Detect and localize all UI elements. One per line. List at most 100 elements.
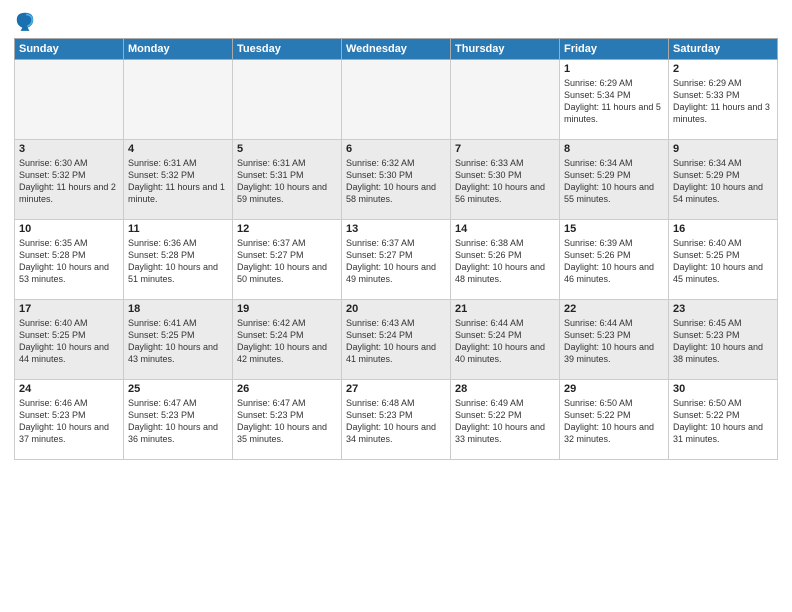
calendar-header-row: SundayMondayTuesdayWednesdayThursdayFrid… xyxy=(15,39,778,60)
day-info: Sunrise: 6:44 AM Sunset: 5:24 PM Dayligh… xyxy=(455,317,555,366)
day-info: Sunrise: 6:34 AM Sunset: 5:29 PM Dayligh… xyxy=(673,157,773,206)
calendar-cell: 9 Sunrise: 6:34 AM Sunset: 5:29 PM Daylig… xyxy=(669,140,778,220)
calendar-week-0: 1Sunrise: 6:29 AM Sunset: 5:34 PM Daylig… xyxy=(15,60,778,140)
calendar-cell: 23 Sunrise: 6:45 AM Sunset: 5:23 PM Dayli… xyxy=(669,300,778,380)
day-info: Sunrise: 6:31 AM Sunset: 5:32 PM Dayligh… xyxy=(128,157,228,206)
day-number: 22 xyxy=(564,303,664,315)
day-number: 7 xyxy=(455,143,555,155)
day-info: Sunrise: 6:29 AM Sunset: 5:33 PM Dayligh… xyxy=(673,77,773,126)
day-number: 13 xyxy=(346,223,446,235)
calendar-cell: 5Sunrise: 6:31 AM Sunset: 5:31 PM Daylig… xyxy=(233,140,342,220)
calendar-cell: 30 Sunrise: 6:50 AM Sunset: 5:22 PM Dayli… xyxy=(669,380,778,460)
day-info: Sunrise: 6:45 AM Sunset: 5:23 PM Dayligh… xyxy=(673,317,773,366)
calendar-cell xyxy=(451,60,560,140)
calendar-week-2: 10 Sunrise: 6:35 AM Sunset: 5:28 PM Dayli… xyxy=(15,220,778,300)
calendar-week-3: 17Sunrise: 6:40 AM Sunset: 5:25 PM Dayli… xyxy=(15,300,778,380)
calendar-cell: 21 Sunrise: 6:44 AM Sunset: 5:24 PM Dayli… xyxy=(451,300,560,380)
calendar-cell: 17Sunrise: 6:40 AM Sunset: 5:25 PM Dayli… xyxy=(15,300,124,380)
calendar-cell: 16 Sunrise: 6:40 AM Sunset: 5:25 PM Dayli… xyxy=(669,220,778,300)
calendar-header-monday: Monday xyxy=(124,39,233,60)
calendar-cell: 27Sunrise: 6:48 AM Sunset: 5:23 PM Dayli… xyxy=(342,380,451,460)
calendar-cell: 2 Sunrise: 6:29 AM Sunset: 5:33 PM Daylig… xyxy=(669,60,778,140)
day-number: 28 xyxy=(455,383,555,395)
calendar-header-thursday: Thursday xyxy=(451,39,560,60)
calendar-cell: 15 Sunrise: 6:39 AM Sunset: 5:26 PM Dayli… xyxy=(560,220,669,300)
day-number: 6 xyxy=(346,143,446,155)
day-info: Sunrise: 6:29 AM Sunset: 5:34 PM Dayligh… xyxy=(564,77,664,126)
day-number: 11 xyxy=(128,223,228,235)
day-number: 24 xyxy=(19,383,119,395)
day-info: Sunrise: 6:37 AM Sunset: 5:27 PM Dayligh… xyxy=(237,237,337,286)
day-number: 30 xyxy=(673,383,773,395)
calendar-cell: 4 Sunrise: 6:31 AM Sunset: 5:32 PM Daylig… xyxy=(124,140,233,220)
calendar-week-1: 3 Sunrise: 6:30 AM Sunset: 5:32 PM Daylig… xyxy=(15,140,778,220)
day-info: Sunrise: 6:40 AM Sunset: 5:25 PM Dayligh… xyxy=(19,317,119,366)
day-number: 3 xyxy=(19,143,119,155)
calendar-cell: 25 Sunrise: 6:47 AM Sunset: 5:23 PM Dayli… xyxy=(124,380,233,460)
calendar-cell: 10 Sunrise: 6:35 AM Sunset: 5:28 PM Dayli… xyxy=(15,220,124,300)
day-number: 4 xyxy=(128,143,228,155)
day-info: Sunrise: 6:40 AM Sunset: 5:25 PM Dayligh… xyxy=(673,237,773,286)
day-info: Sunrise: 6:47 AM Sunset: 5:23 PM Dayligh… xyxy=(237,397,337,446)
calendar-cell xyxy=(233,60,342,140)
calendar-table: SundayMondayTuesdayWednesdayThursdayFrid… xyxy=(14,38,778,460)
calendar-cell: 6 Sunrise: 6:32 AM Sunset: 5:30 PM Daylig… xyxy=(342,140,451,220)
calendar-header-tuesday: Tuesday xyxy=(233,39,342,60)
main-container: SundayMondayTuesdayWednesdayThursdayFrid… xyxy=(0,0,792,466)
day-info: Sunrise: 6:41 AM Sunset: 5:25 PM Dayligh… xyxy=(128,317,228,366)
day-info: Sunrise: 6:38 AM Sunset: 5:26 PM Dayligh… xyxy=(455,237,555,286)
logo-icon xyxy=(14,10,36,32)
day-info: Sunrise: 6:42 AM Sunset: 5:24 PM Dayligh… xyxy=(237,317,337,366)
calendar-cell: 28 Sunrise: 6:49 AM Sunset: 5:22 PM Dayli… xyxy=(451,380,560,460)
calendar-cell: 22 Sunrise: 6:44 AM Sunset: 5:23 PM Dayli… xyxy=(560,300,669,380)
day-info: Sunrise: 6:34 AM Sunset: 5:29 PM Dayligh… xyxy=(564,157,664,206)
logo-text xyxy=(14,10,40,32)
calendar-cell: 8Sunrise: 6:34 AM Sunset: 5:29 PM Daylig… xyxy=(560,140,669,220)
logo xyxy=(14,10,40,32)
calendar-cell: 3 Sunrise: 6:30 AM Sunset: 5:32 PM Daylig… xyxy=(15,140,124,220)
calendar-cell: 1Sunrise: 6:29 AM Sunset: 5:34 PM Daylig… xyxy=(560,60,669,140)
day-number: 10 xyxy=(19,223,119,235)
day-info: Sunrise: 6:43 AM Sunset: 5:24 PM Dayligh… xyxy=(346,317,446,366)
day-info: Sunrise: 6:33 AM Sunset: 5:30 PM Dayligh… xyxy=(455,157,555,206)
day-number: 21 xyxy=(455,303,555,315)
day-number: 16 xyxy=(673,223,773,235)
calendar-cell: 14Sunrise: 6:38 AM Sunset: 5:26 PM Dayli… xyxy=(451,220,560,300)
day-info: Sunrise: 6:36 AM Sunset: 5:28 PM Dayligh… xyxy=(128,237,228,286)
calendar-cell: 18 Sunrise: 6:41 AM Sunset: 5:25 PM Dayli… xyxy=(124,300,233,380)
day-number: 9 xyxy=(673,143,773,155)
day-number: 2 xyxy=(673,63,773,75)
calendar-cell: 7 Sunrise: 6:33 AM Sunset: 5:30 PM Daylig… xyxy=(451,140,560,220)
calendar-cell: 13Sunrise: 6:37 AM Sunset: 5:27 PM Dayli… xyxy=(342,220,451,300)
calendar-header-wednesday: Wednesday xyxy=(342,39,451,60)
day-info: Sunrise: 6:49 AM Sunset: 5:22 PM Dayligh… xyxy=(455,397,555,446)
calendar-cell: 24 Sunrise: 6:46 AM Sunset: 5:23 PM Dayli… xyxy=(15,380,124,460)
day-number: 27 xyxy=(346,383,446,395)
day-info: Sunrise: 6:47 AM Sunset: 5:23 PM Dayligh… xyxy=(128,397,228,446)
calendar-cell: 29 Sunrise: 6:50 AM Sunset: 5:22 PM Dayli… xyxy=(560,380,669,460)
day-info: Sunrise: 6:44 AM Sunset: 5:23 PM Dayligh… xyxy=(564,317,664,366)
day-number: 23 xyxy=(673,303,773,315)
day-number: 20 xyxy=(346,303,446,315)
day-number: 18 xyxy=(128,303,228,315)
day-info: Sunrise: 6:50 AM Sunset: 5:22 PM Dayligh… xyxy=(673,397,773,446)
day-number: 29 xyxy=(564,383,664,395)
day-info: Sunrise: 6:30 AM Sunset: 5:32 PM Dayligh… xyxy=(19,157,119,206)
calendar-week-4: 24 Sunrise: 6:46 AM Sunset: 5:23 PM Dayli… xyxy=(15,380,778,460)
calendar-cell xyxy=(15,60,124,140)
day-number: 15 xyxy=(564,223,664,235)
day-info: Sunrise: 6:35 AM Sunset: 5:28 PM Dayligh… xyxy=(19,237,119,286)
day-number: 25 xyxy=(128,383,228,395)
calendar-cell xyxy=(124,60,233,140)
calendar-header-saturday: Saturday xyxy=(669,39,778,60)
calendar-cell: 12Sunrise: 6:37 AM Sunset: 5:27 PM Dayli… xyxy=(233,220,342,300)
calendar-header-friday: Friday xyxy=(560,39,669,60)
calendar-cell: 20 Sunrise: 6:43 AM Sunset: 5:24 PM Dayli… xyxy=(342,300,451,380)
day-info: Sunrise: 6:32 AM Sunset: 5:30 PM Dayligh… xyxy=(346,157,446,206)
day-info: Sunrise: 6:50 AM Sunset: 5:22 PM Dayligh… xyxy=(564,397,664,446)
day-number: 26 xyxy=(237,383,337,395)
day-info: Sunrise: 6:39 AM Sunset: 5:26 PM Dayligh… xyxy=(564,237,664,286)
calendar-cell: 26 Sunrise: 6:47 AM Sunset: 5:23 PM Dayli… xyxy=(233,380,342,460)
day-number: 19 xyxy=(237,303,337,315)
day-info: Sunrise: 6:46 AM Sunset: 5:23 PM Dayligh… xyxy=(19,397,119,446)
